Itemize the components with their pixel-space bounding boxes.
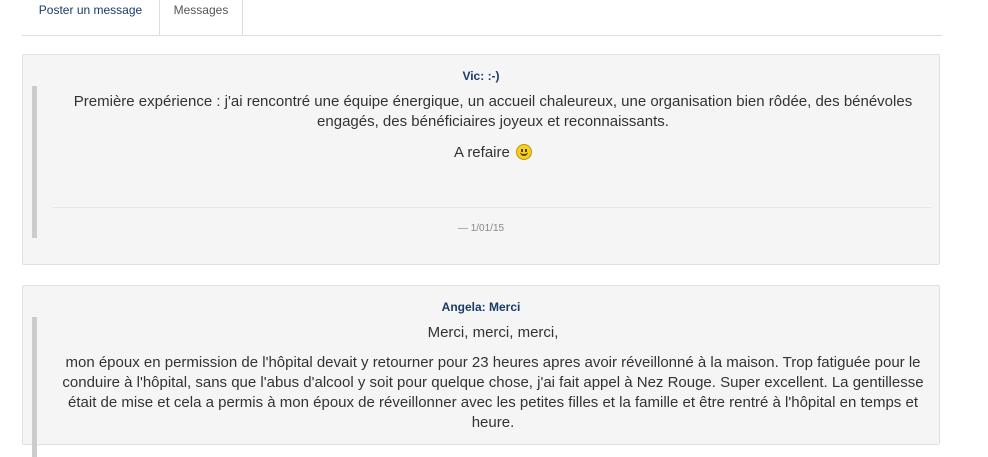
message-paragraph: Première expérience : j'ai rencontré une… [73,93,913,130]
tab-post-message[interactable]: Poster un message [22,0,159,35]
message-paragraph-with-emoticon: A refaire [53,143,933,163]
smiley-icon [516,144,533,160]
message-date: — 1/01/15 [457,223,505,234]
message-paragraph: mon époux en permission de l'hôpital dev… [62,354,924,431]
divider [53,207,931,208]
message-title: Angela: Merci [441,300,521,314]
tab-messages[interactable]: Messages [159,0,243,35]
quote-bar [32,317,37,457]
message-title: Vic: :-) [462,69,500,83]
message-paragraph-text: A refaire [453,144,510,161]
message-paragraph: Merci, merci, merci, [427,324,559,341]
message-card: Vic: :-) Première expérience : j'ai renc… [22,54,940,265]
tab-bar: Poster un message Messages [22,0,942,36]
message-card: Angela: Merci Merci, merci, merci, mon é… [22,285,940,457]
quote-bar [32,86,37,238]
